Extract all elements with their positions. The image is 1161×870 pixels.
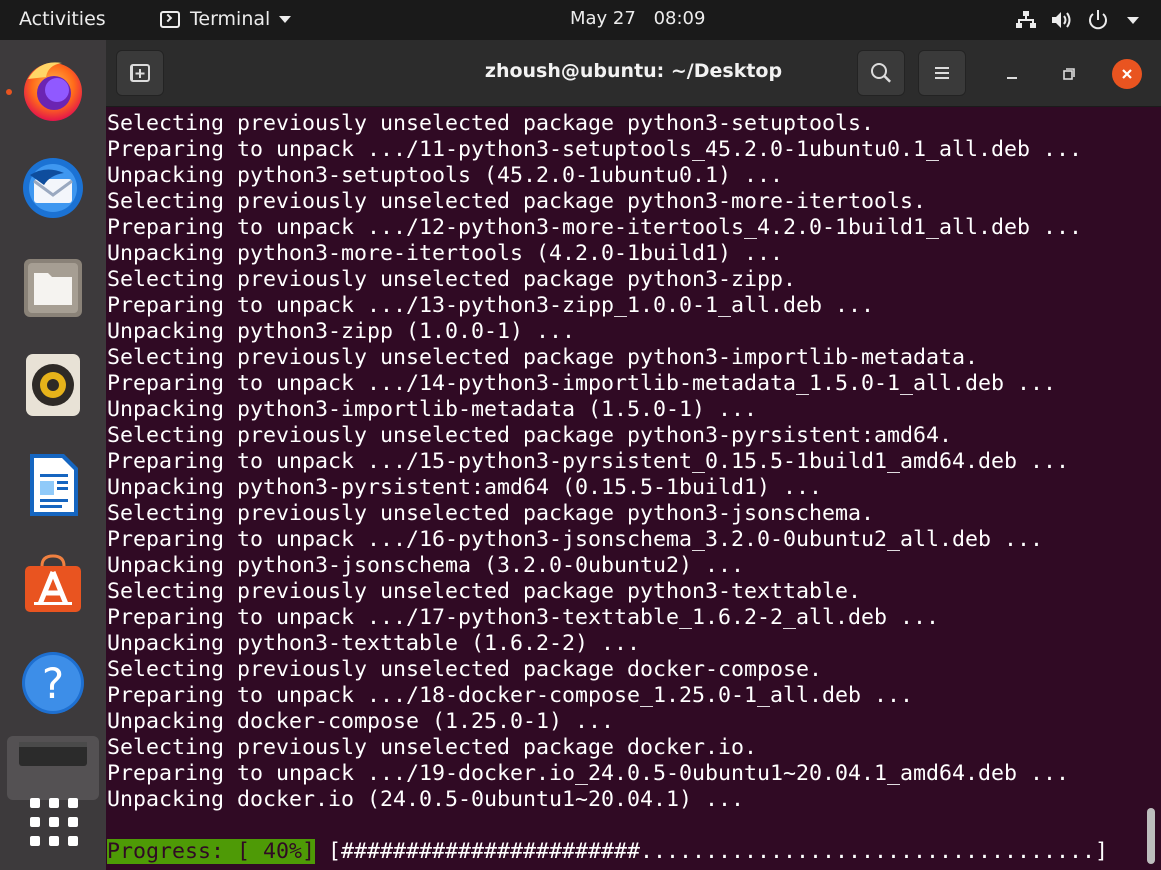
progress-bar: [#######################................… bbox=[315, 839, 1109, 864]
maximize-button[interactable] bbox=[1054, 59, 1084, 89]
chevron-down-icon bbox=[279, 15, 292, 23]
terminal-line: Preparing to unpack .../14-python3-impor… bbox=[107, 371, 1057, 396]
terminal-line: Selecting previously unselected package … bbox=[107, 189, 927, 214]
terminal-line: Preparing to unpack .../13-python3-zipp_… bbox=[107, 293, 875, 318]
progress-label: Progress: [ 40%] bbox=[107, 839, 316, 864]
minimize-icon bbox=[1007, 77, 1017, 79]
terminal-icon bbox=[160, 10, 180, 28]
show-apps-icon bbox=[30, 836, 40, 846]
menu-button[interactable] bbox=[918, 50, 966, 96]
terminal-icon bbox=[19, 742, 87, 766]
dock-item-help[interactable]: ? bbox=[18, 648, 88, 718]
volume-icon bbox=[1052, 12, 1071, 28]
software-icon bbox=[25, 554, 81, 612]
dock-item-writer[interactable] bbox=[18, 450, 88, 520]
show-apps-icon bbox=[30, 817, 40, 827]
thunderbird-icon bbox=[23, 158, 83, 218]
show-apps-icon bbox=[68, 836, 78, 846]
dock: ? bbox=[0, 40, 106, 870]
terminal-line: Unpacking docker-compose (1.25.0-1) ... bbox=[107, 709, 615, 734]
writer-icon bbox=[30, 454, 78, 516]
power-icon bbox=[1089, 10, 1107, 30]
terminal-line: Selecting previously unselected package … bbox=[107, 267, 797, 292]
rhythmbox-icon bbox=[26, 354, 80, 416]
terminal-line: Preparing to unpack .../18-docker-compos… bbox=[107, 683, 914, 708]
dock-item-software[interactable] bbox=[18, 550, 88, 620]
header-bar: zhoush@ubuntu: ~/Desktop bbox=[106, 40, 1161, 107]
top-bar: Activities Terminal May 27 08:09 bbox=[0, 0, 1161, 40]
terminal-line: Selecting previously unselected package … bbox=[107, 579, 862, 604]
app-menu-label: Terminal bbox=[190, 8, 271, 30]
show-apps-icon bbox=[49, 817, 59, 827]
terminal-line: Unpacking python3-jsonschema (3.2.0-0ubu… bbox=[107, 553, 745, 578]
terminal-line: Unpacking docker.io (24.0.5-0ubuntu1~20.… bbox=[107, 787, 745, 812]
terminal-line: Preparing to unpack .../17-python3-textt… bbox=[107, 605, 940, 630]
progress-line: Progress: [ 40%] [######################… bbox=[107, 839, 1108, 865]
terminal-line: Unpacking python3-zipp (1.0.0-1) ... bbox=[107, 319, 576, 344]
close-button[interactable] bbox=[1112, 59, 1142, 89]
files-icon bbox=[24, 259, 82, 317]
dock-item-files[interactable] bbox=[18, 253, 88, 323]
app-menu[interactable]: Terminal bbox=[160, 8, 292, 30]
dock-item-rhythmbox[interactable] bbox=[18, 350, 88, 420]
network-icon bbox=[1016, 11, 1036, 28]
show-apps-icon bbox=[49, 798, 59, 808]
close-icon bbox=[1122, 69, 1132, 79]
search-icon bbox=[871, 63, 892, 83]
terminal-line: Selecting previously unselected package … bbox=[107, 423, 953, 448]
terminal-line: Preparing to unpack .../12-python3-more-… bbox=[107, 215, 1083, 240]
show-apps-icon bbox=[49, 836, 59, 846]
dock-item-firefox[interactable] bbox=[18, 55, 88, 125]
terminal-line: Selecting previously unselected package … bbox=[107, 735, 758, 760]
terminal-line: Selecting previously unselected package … bbox=[107, 111, 875, 136]
terminal-line: Unpacking python3-pyrsistent:amd64 (0.15… bbox=[107, 475, 823, 500]
running-indicator bbox=[6, 89, 12, 95]
show-apps-icon bbox=[68, 817, 78, 827]
terminal-line: Unpacking python3-more-itertools (4.2.0-… bbox=[107, 241, 784, 266]
activities-button[interactable]: Activities bbox=[19, 8, 106, 30]
clock-time: 08:09 bbox=[653, 8, 706, 29]
terminal-line: Unpacking python3-texttable (1.6.2-2) ..… bbox=[107, 631, 641, 656]
scrollbar-thumb[interactable] bbox=[1147, 808, 1155, 864]
terminal-line: Selecting previously unselected package … bbox=[107, 345, 979, 370]
dock-item-terminal[interactable] bbox=[7, 736, 99, 800]
clock-date: May 27 bbox=[570, 8, 636, 29]
dock-item-thunderbird[interactable] bbox=[18, 153, 88, 223]
terminal-line: Unpacking python3-importlib-metadata (1.… bbox=[107, 397, 758, 422]
terminal-line: Preparing to unpack .../19-docker.io_24.… bbox=[107, 761, 1070, 786]
terminal-window: zhoush@ubuntu: ~/Desktop Selecting previ… bbox=[106, 40, 1161, 870]
firefox-icon bbox=[24, 62, 82, 121]
minimize-button[interactable] bbox=[997, 59, 1027, 89]
terminal-line: Selecting previously unselected package … bbox=[107, 657, 823, 682]
terminal-line: Preparing to unpack .../16-python3-jsons… bbox=[107, 527, 1044, 552]
svg-text:?: ? bbox=[42, 659, 64, 708]
terminal-output[interactable]: Selecting previously unselected package … bbox=[106, 109, 1146, 870]
restore-icon bbox=[1063, 68, 1075, 80]
terminal-line: Selecting previously unselected package … bbox=[107, 501, 875, 526]
search-button[interactable] bbox=[857, 50, 905, 96]
clock[interactable]: May 27 08:09 bbox=[570, 8, 705, 29]
help-icon: ? bbox=[22, 652, 84, 714]
chevron-down-icon bbox=[1127, 16, 1139, 24]
terminal-line: Preparing to unpack .../11-python3-setup… bbox=[107, 137, 1083, 162]
terminal-line: Preparing to unpack .../15-python3-pyrsi… bbox=[107, 449, 1070, 474]
hamburger-icon bbox=[935, 67, 949, 79]
terminal-line: Unpacking python3-setuptools (45.2.0-1ub… bbox=[107, 163, 784, 188]
show-apps-icon bbox=[30, 798, 40, 808]
system-tray[interactable] bbox=[1015, 9, 1139, 31]
show-apps-button[interactable] bbox=[30, 798, 78, 846]
show-apps-icon bbox=[68, 798, 78, 808]
